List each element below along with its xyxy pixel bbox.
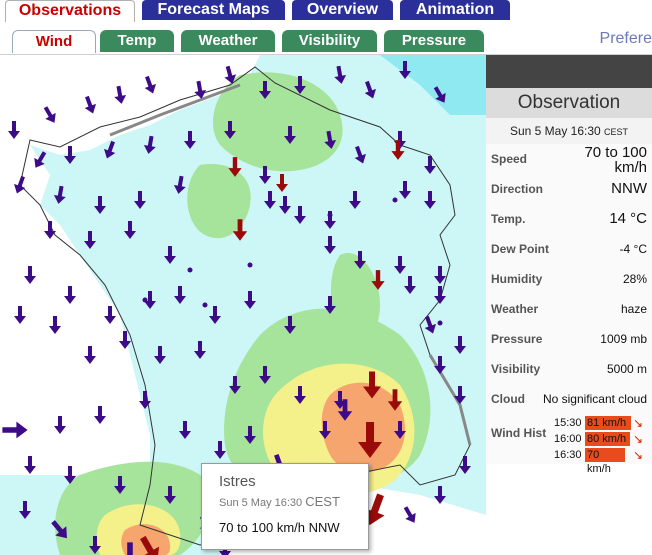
label-cloud: Cloud bbox=[491, 392, 525, 406]
arrow-down-red-icon: ↘ bbox=[633, 416, 644, 430]
arrow-down-red-icon: ↘ bbox=[633, 448, 644, 462]
subtab-visibility[interactable]: Visibility bbox=[282, 30, 377, 52]
observation-date: Sun 5 May 16:30 bbox=[509, 124, 601, 138]
row-humidity: Humidity 28% bbox=[486, 264, 652, 295]
row-direction: Direction NNW bbox=[486, 174, 652, 205]
station-dot[interactable] bbox=[392, 197, 398, 203]
sub-tab-bar: Wind Temp Weather Visibility Pressure Pr… bbox=[0, 22, 652, 55]
tooltip-date: Sun 5 May 16:30 bbox=[219, 497, 303, 509]
value-direction: NNW bbox=[611, 180, 647, 197]
arrow-down-red-icon: ↘ bbox=[633, 432, 644, 446]
station-dot[interactable] bbox=[142, 297, 148, 303]
observation-panel: Observation Sun 5 May 16:30 CEST Speed 7… bbox=[486, 55, 652, 555]
station-dot[interactable] bbox=[247, 262, 253, 268]
wind-hist-time: 16:30 bbox=[554, 449, 582, 461]
field-orange-provence bbox=[321, 382, 405, 473]
subtab-weather[interactable]: Weather bbox=[181, 30, 275, 52]
value-dew-point: -4 °C bbox=[619, 242, 647, 256]
preferences-link[interactable]: Prefere bbox=[600, 30, 652, 48]
observation-datetime: Sun 5 May 16:30 CEST bbox=[486, 118, 652, 145]
label-visibility: Visibility bbox=[491, 362, 541, 376]
value-humidity: 28% bbox=[622, 272, 647, 286]
station-tooltip: Istres Sun 5 May 16:30 CEST 70 to 100 km… bbox=[201, 463, 369, 550]
value-temp: 14 °C bbox=[609, 210, 647, 227]
wind-hist-bar: 70 km/h bbox=[585, 448, 625, 475]
station-dot[interactable] bbox=[327, 212, 333, 218]
subtab-wind[interactable]: Wind bbox=[12, 30, 96, 53]
tooltip-datetime: Sun 5 May 16:30 CEST bbox=[219, 494, 340, 509]
label-pressure: Pressure bbox=[491, 332, 543, 346]
row-speed: Speed 70 to 100 km/h bbox=[486, 144, 652, 175]
wind-hist-time: 16:00 bbox=[554, 433, 582, 445]
label-wind-hist: Wind Hist bbox=[491, 426, 547, 440]
value-pressure: 1009 mb bbox=[600, 332, 647, 346]
label-direction: Direction bbox=[491, 182, 544, 196]
wind-hist-bar: 81 km/h bbox=[585, 416, 631, 430]
subtab-temp[interactable]: Temp bbox=[100, 30, 174, 52]
label-weather: Weather bbox=[491, 302, 539, 316]
row-visibility: Visibility 5000 m bbox=[486, 354, 652, 385]
tab-forecast-maps[interactable]: Forecast Maps bbox=[142, 0, 285, 20]
top-tab-bar: Observations Forecast Maps Overview Anim… bbox=[0, 0, 652, 22]
wind-history: Wind Hist 15:30 81 km/h ↘ 16:00 80 km/h … bbox=[486, 414, 652, 475]
wind-hist-time: 15:30 bbox=[554, 417, 582, 429]
value-visibility: 5000 m bbox=[606, 362, 647, 376]
tooltip-station-name: Istres bbox=[219, 473, 256, 490]
row-weather: Weather haze bbox=[486, 294, 652, 325]
tab-animation[interactable]: Animation bbox=[400, 0, 510, 20]
row-dew-point: Dew Point -4 °C bbox=[486, 234, 652, 265]
station-dot[interactable] bbox=[202, 302, 208, 308]
subtab-pressure[interactable]: Pressure bbox=[384, 30, 484, 52]
label-dew-point: Dew Point bbox=[491, 242, 550, 256]
panel-header-bar bbox=[486, 55, 652, 88]
station-dot[interactable] bbox=[437, 320, 443, 326]
observation-timezone: CEST bbox=[604, 127, 629, 137]
value-cloud: No significant cloud bbox=[542, 392, 647, 406]
wind-hist-bar: 80 km/h bbox=[585, 432, 630, 446]
tab-observations[interactable]: Observations bbox=[5, 0, 135, 22]
label-speed: Speed bbox=[491, 152, 528, 166]
station-dot[interactable] bbox=[187, 267, 193, 273]
tooltip-timezone: CEST bbox=[305, 494, 340, 509]
tooltip-wind: 70 to 100 km/h NNW bbox=[219, 520, 340, 535]
value-weather: haze bbox=[620, 302, 647, 316]
label-temp: Temp. bbox=[491, 212, 526, 226]
tab-overview[interactable]: Overview bbox=[292, 0, 393, 20]
row-pressure: Pressure 1009 mb bbox=[486, 324, 652, 355]
panel-title: Observation bbox=[486, 88, 652, 118]
value-speed: 70 to 100 km/h bbox=[584, 144, 647, 176]
row-temp: Temp. 14 °C bbox=[486, 204, 652, 235]
label-humidity: Humidity bbox=[491, 272, 543, 286]
row-cloud: Cloud No significant cloud bbox=[486, 384, 652, 415]
